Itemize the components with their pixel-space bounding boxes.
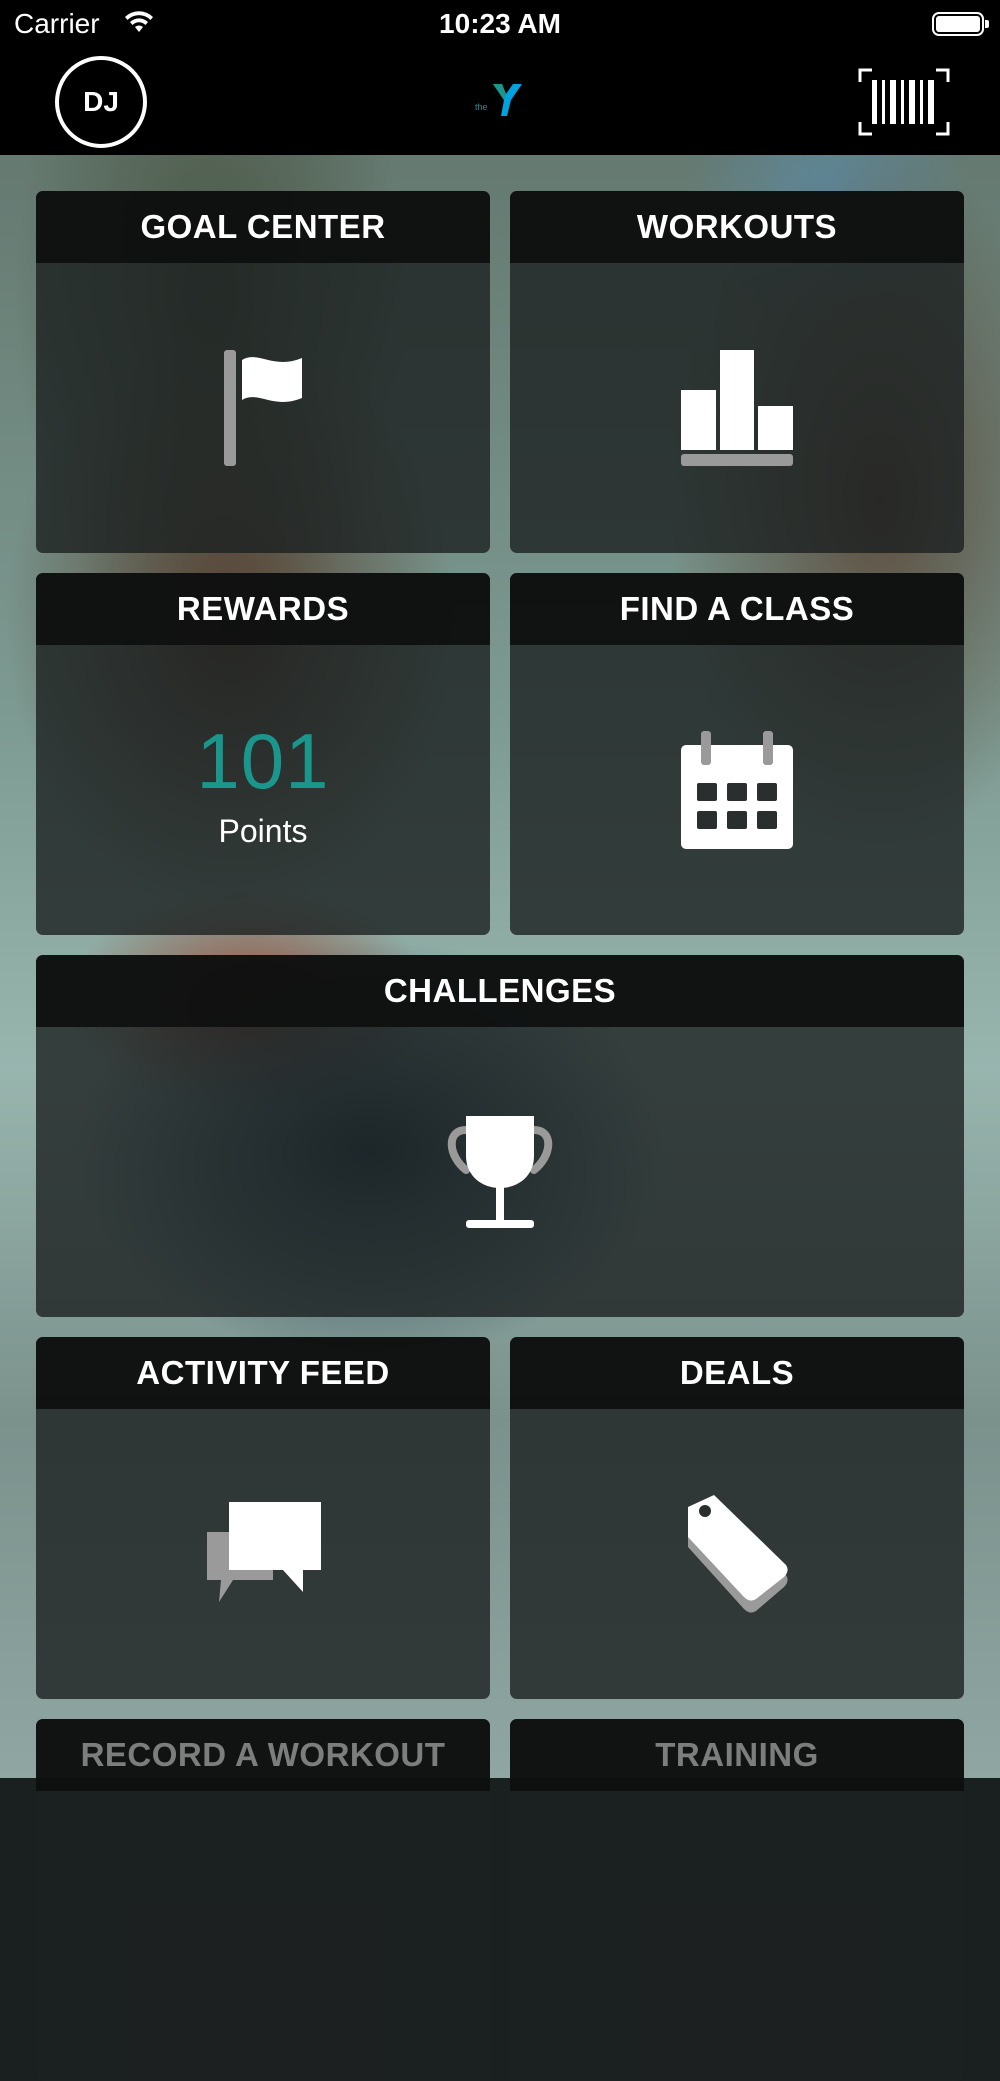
barcode-scan-icon[interactable] — [858, 68, 950, 136]
tile-record-a-workout[interactable]: RECORD A WORKOUT — [36, 1719, 490, 2081]
battery-icon — [932, 12, 989, 36]
tile-workouts[interactable]: WORKOUTS — [510, 191, 964, 553]
tile-deals[interactable]: DEALS — [510, 1337, 964, 1699]
tile-title: REWARDS — [36, 573, 490, 645]
tile-title: CHALLENGES — [36, 955, 964, 1027]
tile-training[interactable]: TRAINING — [510, 1719, 964, 2081]
tile-activity-feed[interactable]: ACTIVITY FEED — [36, 1337, 490, 1699]
tag-icon — [688, 1495, 788, 1613]
trophy-icon — [447, 1116, 553, 1228]
tile-title: RECORD A WORKOUT — [36, 1719, 490, 1791]
bar-chart-icon — [681, 350, 793, 466]
tile-title: GOAL CENTER — [36, 191, 490, 263]
tile-rewards[interactable]: REWARDS 101 Points — [36, 573, 490, 935]
status-time: 10:23 AM — [439, 8, 561, 39]
rewards-points-label: Points — [218, 812, 308, 849]
tile-title: TRAINING — [510, 1719, 964, 1791]
avatar[interactable]: DJ — [55, 56, 147, 148]
tile-title: FIND A CLASS — [510, 573, 964, 645]
calendar-icon — [681, 731, 793, 849]
tile-goal-center[interactable]: GOAL CENTER — [36, 191, 490, 553]
chat-bubbles-icon — [207, 1502, 321, 1602]
rewards-points-value: 101 — [196, 716, 330, 805]
tile-title: WORKOUTS — [510, 191, 964, 263]
nav-bar: DJ the — [0, 50, 1000, 155]
tile-title: DEALS — [510, 1337, 964, 1409]
status-bar: Carrier 10:23 AM — [0, 0, 1000, 50]
logo-text: the — [475, 102, 488, 112]
tile-title: ACTIVITY FEED — [36, 1337, 490, 1409]
avatar-initials: DJ — [83, 86, 119, 117]
flag-icon — [224, 350, 302, 466]
tile-find-a-class[interactable]: FIND A CLASS — [510, 573, 964, 935]
ymca-logo: the — [475, 84, 522, 116]
tile-challenges[interactable]: CHALLENGES — [36, 955, 964, 1317]
